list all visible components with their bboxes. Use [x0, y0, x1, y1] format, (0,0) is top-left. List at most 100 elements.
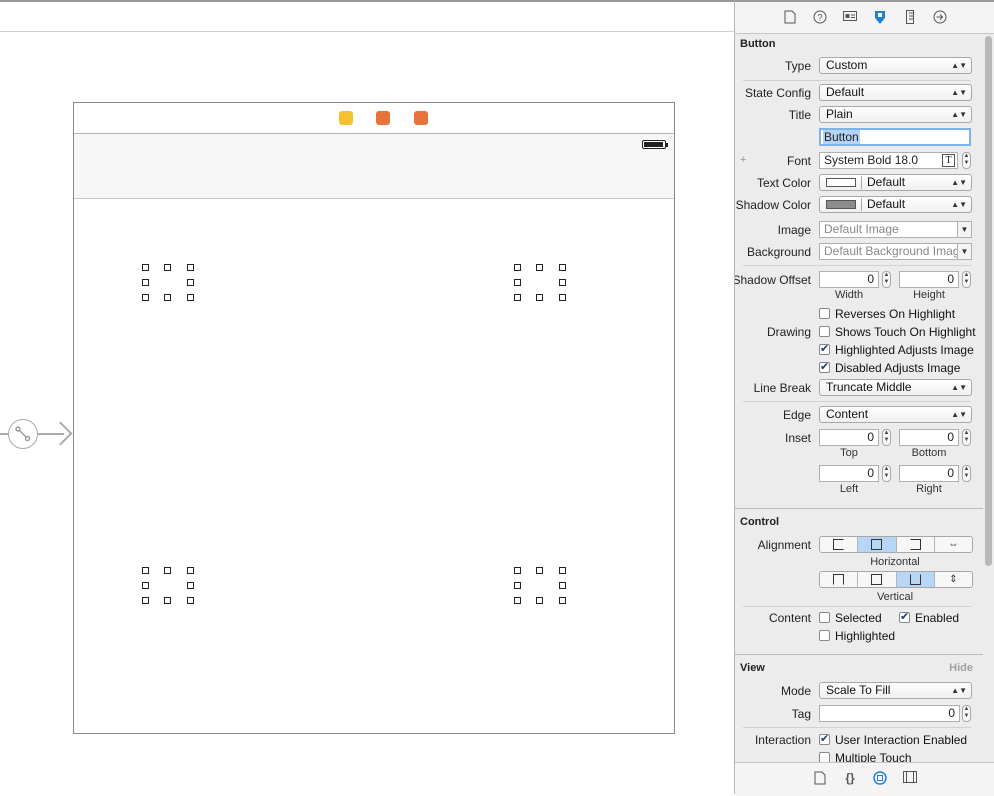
highlighted-checkbox[interactable] — [819, 630, 830, 641]
shadow-height-stepper[interactable]: ▲ ▼ — [962, 271, 971, 288]
media-library-icon[interactable] — [903, 771, 917, 785]
selected-checkbox[interactable] — [819, 612, 830, 623]
resize-handle[interactable] — [536, 567, 543, 574]
connections-icon[interactable] — [933, 10, 947, 24]
resize-handle[interactable] — [514, 567, 521, 574]
resize-handle[interactable] — [536, 294, 543, 301]
resize-handle[interactable] — [187, 279, 194, 286]
resize-handle[interactable] — [142, 597, 149, 604]
resize-handle[interactable] — [514, 279, 521, 286]
resize-handle[interactable] — [164, 264, 171, 271]
align-bottom-icon[interactable] — [896, 572, 935, 587]
title-text-field[interactable]: Button — [819, 128, 971, 146]
vertical-alignment-control[interactable]: ⇕ — [819, 571, 973, 588]
inset-left-stepper[interactable]: ▲ ▼ — [882, 465, 891, 482]
resize-handle[interactable] — [164, 597, 171, 604]
attributes-icon[interactable] — [873, 10, 887, 24]
resize-handle[interactable] — [559, 582, 566, 589]
font-picker-icon[interactable]: T — [942, 154, 955, 167]
identity-icon[interactable] — [843, 10, 857, 24]
inset-top-field[interactable]: 0 — [819, 429, 879, 446]
exit-icon[interactable] — [414, 111, 428, 125]
align-right-icon[interactable] — [897, 537, 935, 552]
align-center-h-icon[interactable] — [858, 537, 897, 552]
chevron-down-icon[interactable]: ▼ — [957, 222, 971, 237]
inset-right-field[interactable]: 0 — [899, 465, 959, 482]
multiple-touch-checkbox[interactable] — [819, 752, 830, 762]
resize-handle[interactable] — [514, 264, 521, 271]
mode-popup[interactable]: Scale To Fill ▲▼ — [819, 682, 972, 699]
shadow-width-stepper[interactable]: ▲ ▼ — [882, 271, 891, 288]
resize-handle[interactable] — [559, 264, 566, 271]
resize-handle[interactable] — [559, 279, 566, 286]
button-top-left[interactable] — [142, 264, 196, 304]
view-controller-icon[interactable] — [339, 111, 353, 125]
resize-handle[interactable] — [536, 597, 543, 604]
ruler-icon[interactable] — [903, 10, 917, 24]
shows-touch-checkbox[interactable] — [819, 326, 830, 337]
hide-view-section-button[interactable]: Hide — [949, 662, 973, 674]
resize-handle[interactable] — [142, 582, 149, 589]
view-controller-scene[interactable] — [73, 102, 675, 734]
resize-handle[interactable] — [164, 567, 171, 574]
resize-handle[interactable] — [187, 567, 194, 574]
first-responder-icon[interactable] — [376, 111, 390, 125]
text-color-popup[interactable]: Default ▲▼ — [819, 174, 972, 191]
image-combo[interactable]: Default Image ▼ — [819, 221, 972, 238]
resize-handle[interactable] — [142, 279, 149, 286]
user-interaction-checkbox[interactable] — [819, 732, 830, 745]
inset-bottom-stepper[interactable]: ▲ ▼ — [962, 429, 971, 446]
resize-handle[interactable] — [164, 294, 171, 301]
resize-handle[interactable] — [142, 567, 149, 574]
resize-handle[interactable] — [142, 264, 149, 271]
resize-handle[interactable] — [514, 294, 521, 301]
disabled-adjusts-checkbox[interactable] — [819, 360, 830, 373]
background-combo[interactable]: Default Background Imag ▼ — [819, 243, 972, 260]
help-icon[interactable]: ? — [813, 10, 827, 24]
shadow-color-popup[interactable]: Default ▲▼ — [819, 196, 972, 213]
resize-handle[interactable] — [142, 294, 149, 301]
align-center-v-icon[interactable] — [858, 572, 897, 587]
resize-handle[interactable] — [514, 597, 521, 604]
type-popup[interactable]: Custom ▲▼ — [819, 57, 972, 74]
horizontal-alignment-control[interactable]: ⇔ — [819, 536, 973, 553]
button-bottom-right[interactable] — [514, 567, 568, 607]
font-size-stepper[interactable]: ▲ ▼ — [962, 152, 971, 169]
resize-handle[interactable] — [187, 597, 194, 604]
inspector-scrollbar[interactable] — [985, 36, 992, 566]
reverses-on-highlight-checkbox[interactable] — [819, 308, 830, 319]
shadow-offset-height-field[interactable]: 0 — [899, 271, 959, 288]
storyboard-canvas[interactable] — [0, 0, 734, 794]
resize-handle[interactable] — [559, 294, 566, 301]
font-plus-button[interactable]: + — [740, 154, 746, 166]
file-icon[interactable] — [783, 10, 797, 24]
button-top-right[interactable] — [514, 264, 568, 304]
chevron-down-icon[interactable]: ▼ — [957, 244, 971, 259]
line-break-popup[interactable]: Truncate Middle ▲▼ — [819, 379, 972, 396]
resize-handle[interactable] — [559, 567, 566, 574]
inset-left-field[interactable]: 0 — [819, 465, 879, 482]
enabled-checkbox[interactable] — [899, 610, 910, 623]
state-config-popup[interactable]: Default ▲▼ — [819, 84, 972, 101]
file-template-icon[interactable] — [813, 771, 827, 785]
inset-top-stepper[interactable]: ▲ ▼ — [882, 429, 891, 446]
edge-popup[interactable]: Content ▲▼ — [819, 406, 972, 423]
shadow-offset-width-field[interactable]: 0 — [819, 271, 879, 288]
font-field[interactable]: System Bold 18.0 T — [819, 152, 958, 169]
code-snippet-icon[interactable]: {} — [843, 771, 857, 785]
button-bottom-left[interactable] — [142, 567, 196, 607]
tag-field[interactable]: 0 — [819, 705, 960, 722]
align-fill-v-icon[interactable]: ⇕ — [935, 572, 972, 587]
tag-stepper[interactable]: ▲ ▼ — [962, 705, 971, 722]
title-type-popup[interactable]: Plain ▲▼ — [819, 106, 972, 123]
resize-handle[interactable] — [187, 582, 194, 589]
resize-handle[interactable] — [536, 264, 543, 271]
highlighted-adjusts-checkbox[interactable] — [819, 342, 830, 355]
inset-bottom-field[interactable]: 0 — [899, 429, 959, 446]
resize-handle[interactable] — [559, 597, 566, 604]
align-fill-h-icon[interactable]: ⇔ — [935, 537, 972, 552]
object-library-icon[interactable] — [873, 771, 887, 785]
align-top-icon[interactable] — [820, 572, 859, 587]
align-left-icon[interactable] — [820, 537, 859, 552]
initial-scene-entry-arrow[interactable] — [0, 416, 74, 452]
